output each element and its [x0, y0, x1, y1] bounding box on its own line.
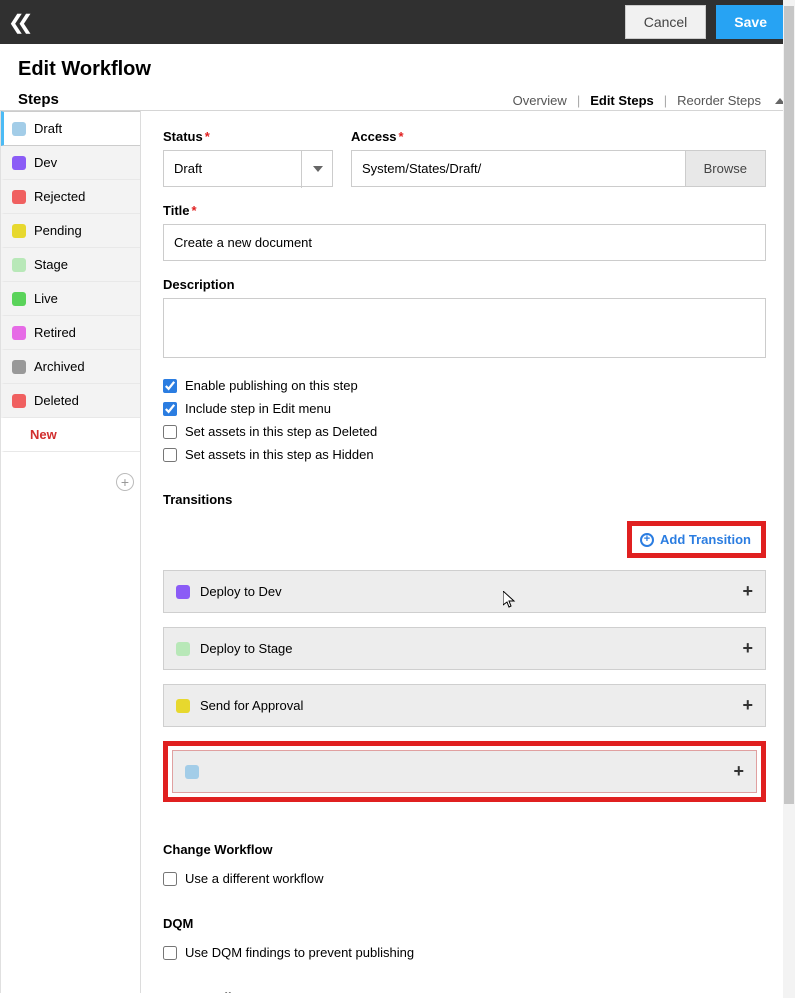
transition-deploy-dev[interactable]: Deploy to Dev + — [163, 570, 766, 613]
sidebar-item-pending[interactable]: Pending — [1, 214, 140, 248]
scrollbar-track — [783, 0, 795, 998]
use-different-workflow-checkbox[interactable] — [163, 872, 177, 886]
sidebar-item-new[interactable]: New — [1, 418, 140, 452]
swatch-icon — [12, 360, 26, 374]
swatch-icon — [12, 122, 26, 136]
transition-label: Send for Approval — [200, 698, 303, 713]
sidebar-item-label: Rejected — [34, 189, 85, 204]
description-label: Description — [163, 277, 766, 292]
include-edit-row: Include step in Edit menu — [163, 401, 766, 416]
steps-heading: Steps — [18, 91, 59, 108]
use-different-workflow-row: Use a different workflow — [163, 871, 766, 886]
sidebar-item-archived[interactable]: Archived — [1, 350, 140, 384]
sidebar-item-label: Draft — [34, 121, 62, 136]
steps-sidebar: Draft Dev Rejected Pending Stage Live Re… — [1, 111, 141, 993]
expand-icon[interactable]: + — [742, 581, 753, 602]
set-deleted-checkbox[interactable] — [163, 425, 177, 439]
checkbox-label: Enable publishing on this step — [185, 378, 358, 393]
checkbox-label: Include step in Edit menu — [185, 401, 331, 416]
sidebar-item-rejected[interactable]: Rejected — [1, 180, 140, 214]
sidebar-item-label: Archived — [34, 359, 85, 374]
subheader: Steps Overview | Edit Steps | Reorder St… — [0, 91, 795, 111]
swatch-icon — [176, 585, 190, 599]
set-hidden-checkbox[interactable] — [163, 448, 177, 462]
back-chevrons-icon[interactable]: ❮❮ — [0, 10, 26, 35]
sidebar-item-label: Pending — [34, 223, 82, 238]
cancel-button[interactable]: Cancel — [625, 5, 707, 39]
access-label: Access* — [351, 129, 766, 144]
swatch-icon — [176, 642, 190, 656]
swatch-icon — [176, 699, 190, 713]
plus-circle-icon: + — [640, 533, 654, 547]
scrollbar-thumb[interactable] — [784, 6, 794, 804]
enable-publishing-row: Enable publishing on this step — [163, 378, 766, 393]
sidebar-item-label: Live — [34, 291, 58, 306]
sidebar-item-live[interactable]: Live — [1, 282, 140, 316]
page-title: Edit Workflow — [0, 44, 795, 91]
sidebar-item-label: Dev — [34, 155, 57, 170]
dqm-prevent-checkbox[interactable] — [163, 946, 177, 960]
swatch-icon — [12, 394, 26, 408]
sidebar-item-label: Stage — [34, 257, 68, 272]
transition-deploy-stage[interactable]: Deploy to Stage + — [163, 627, 766, 670]
browse-button[interactable]: Browse — [686, 150, 766, 187]
add-transition-button[interactable]: + Add Transition — [640, 532, 751, 547]
execute-file-heading: Execute File — [163, 990, 766, 993]
checkbox-label: Set assets in this step as Deleted — [185, 424, 377, 439]
swatch-icon — [12, 258, 26, 272]
swatch-icon — [12, 190, 26, 204]
transition-send-approval[interactable]: Send for Approval + — [163, 684, 766, 727]
sidebar-item-dev[interactable]: Dev — [1, 146, 140, 180]
add-transition-label: Add Transition — [660, 532, 751, 547]
sidebar-item-deleted[interactable]: Deleted — [1, 384, 140, 418]
transition-label: Deploy to Dev — [200, 584, 282, 599]
set-deleted-row: Set assets in this step as Deleted — [163, 424, 766, 439]
expand-icon[interactable]: + — [742, 638, 753, 659]
access-input[interactable] — [351, 150, 686, 187]
expand-icon[interactable]: + — [733, 761, 744, 782]
checkbox-label: Use DQM findings to prevent publishing — [185, 945, 414, 960]
swatch-icon — [12, 224, 26, 238]
save-button[interactable]: Save — [716, 5, 785, 39]
status-label: Status* — [163, 129, 333, 144]
checkbox-label: Use a different workflow — [185, 871, 324, 886]
subheader-tabs: Overview | Edit Steps | Reorder Steps — [513, 93, 785, 108]
add-transition-highlight: + Add Transition — [627, 521, 766, 558]
set-hidden-row: Set assets in this step as Hidden — [163, 447, 766, 462]
main-area: Draft Dev Rejected Pending Stage Live Re… — [0, 111, 795, 993]
checkbox-label: Set assets in this step as Hidden — [185, 447, 374, 462]
include-edit-checkbox[interactable] — [163, 402, 177, 416]
tab-edit-steps[interactable]: Edit Steps — [590, 93, 654, 108]
sidebar-item-label: Deleted — [34, 393, 79, 408]
sidebar-item-stage[interactable]: Stage — [1, 248, 140, 282]
sidebar-item-label: Retired — [34, 325, 76, 340]
title-label: Title* — [163, 203, 766, 218]
transitions-heading: Transitions — [163, 492, 766, 507]
tab-overview[interactable]: Overview — [513, 93, 567, 108]
transition-new[interactable]: + — [172, 750, 757, 793]
sidebar-item-label: New — [30, 427, 57, 442]
swatch-icon — [12, 292, 26, 306]
expand-icon[interactable]: + — [742, 695, 753, 716]
description-textarea[interactable] — [163, 298, 766, 358]
swatch-icon — [185, 765, 199, 779]
title-input[interactable] — [163, 224, 766, 261]
topbar-buttons: Cancel Save — [625, 5, 785, 39]
new-transition-highlight: + — [163, 741, 766, 802]
swatch-icon — [12, 326, 26, 340]
transition-label: Deploy to Stage — [200, 641, 293, 656]
sidebar-item-retired[interactable]: Retired — [1, 316, 140, 350]
enable-publishing-checkbox[interactable] — [163, 379, 177, 393]
tab-reorder-steps[interactable]: Reorder Steps — [677, 93, 761, 108]
chevron-down-icon[interactable] — [301, 150, 333, 188]
content-panel: Status* Draft Access* Browse Title* — [141, 111, 794, 993]
add-step-button[interactable]: + — [116, 473, 134, 491]
swatch-icon — [12, 156, 26, 170]
dqm-prevent-row: Use DQM findings to prevent publishing — [163, 945, 766, 960]
transition-list: Deploy to Dev + Deploy to Stage + Send f… — [163, 570, 766, 802]
dqm-heading: DQM — [163, 916, 766, 931]
sidebar-item-draft[interactable]: Draft — [1, 111, 140, 146]
change-workflow-heading: Change Workflow — [163, 842, 766, 857]
top-bar: ❮❮ Cancel Save — [0, 0, 795, 44]
